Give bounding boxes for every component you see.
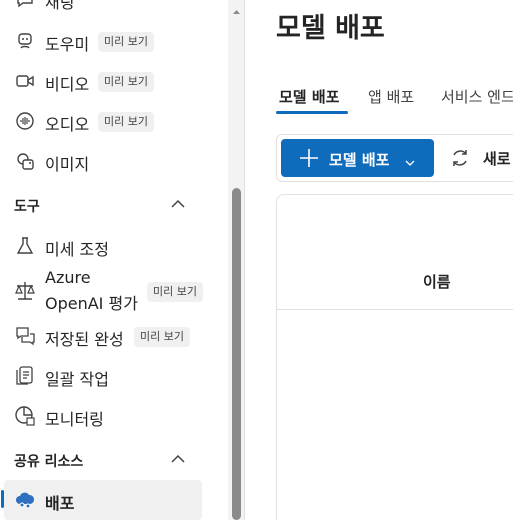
chevron-down-icon <box>405 153 415 172</box>
sidebar-item-assistant[interactable]: 도우미 미리 보기 <box>4 28 202 54</box>
selected-indicator <box>1 490 4 508</box>
sidebar-item-chat[interactable]: 채팅 <box>4 0 202 12</box>
assistant-bot-icon <box>14 30 36 52</box>
table-header-divider <box>277 309 513 310</box>
active-tab-underline <box>276 111 348 114</box>
sidebar-item-label: 미세 조정 <box>45 240 109 259</box>
sidebar-item-label-line1: Azure <box>45 268 91 287</box>
refresh-label: 새로 고침 <box>483 150 513 168</box>
batch-document-icon <box>14 365 36 387</box>
video-icon <box>14 70 36 92</box>
chevron-up-icon <box>168 194 188 218</box>
deploy-model-button[interactable]: 모델 배포 <box>281 139 434 177</box>
main-content: 모델 배포 모델 배포 앱 배포 서비스 엔드포인트 모델 배포 새로 고침 이… <box>245 0 513 520</box>
sidebar-item-deployments[interactable]: 배포 <box>1 480 202 520</box>
sidebar-item-stored-completions[interactable]: 저장된 완성 미리 보기 <box>4 323 202 349</box>
sidebar-item-label: 저장된 완성 <box>45 330 124 349</box>
toolbar: 모델 배포 새로 고침 <box>276 134 513 182</box>
sidebar-item-evaluation[interactable]: Azure OpenAI 평가 미리 보기 <box>4 268 203 314</box>
preview-badge: 미리 보기 <box>147 282 203 302</box>
chat-icon <box>14 0 36 11</box>
tab-model-deployments[interactable]: 모델 배포 <box>279 86 339 107</box>
sidebar-item-label: 채팅 <box>45 0 75 12</box>
tools-section-header[interactable]: 도구 <box>14 196 188 216</box>
sidebar-scrollbar-thumb[interactable] <box>232 188 241 520</box>
tab-app-deployments[interactable]: 앱 배포 <box>368 86 414 107</box>
sidebar-item-monitoring[interactable]: 모니터링 <box>4 403 202 429</box>
preview-badge: 미리 보기 <box>98 72 154 92</box>
sidebar-item-audio[interactable]: 오디오 미리 보기 <box>4 108 202 134</box>
sidebar-item-fine-tuning[interactable]: 미세 조정 <box>4 233 202 259</box>
refresh-icon <box>449 147 471 173</box>
tab-service-endpoints[interactable]: 서비스 엔드포인트 <box>441 86 513 107</box>
sidebar-item-label: 도우미 <box>45 35 90 54</box>
sidebar-item-image[interactable]: 이미지 <box>4 148 202 174</box>
sidebar-item-label: 일괄 작업 <box>45 370 109 389</box>
sidebar-item-video[interactable]: 비디오 미리 보기 <box>4 68 202 94</box>
flask-icon <box>14 235 36 257</box>
monitor-chart-icon <box>14 405 36 427</box>
sidebar: 채팅 도우미 미리 보기 비디오 미리 보기 오디오 미리 보기 이미지 도구 <box>0 0 228 520</box>
sidebar-item-label: 모니터링 <box>45 410 104 429</box>
scale-icon <box>14 280 36 302</box>
sidebar-item-label: 오디오 <box>45 115 90 134</box>
sidebar-item-label-line2: OpenAI 평가 <box>45 294 138 313</box>
sidebar-item-label: 이미지 <box>45 155 90 174</box>
column-header-name[interactable]: 이름 <box>423 271 451 292</box>
sidebar-item-batch-jobs[interactable]: 일괄 작업 <box>4 363 202 389</box>
section-title: 공유 리소스 <box>14 454 84 470</box>
preview-badge: 미리 보기 <box>134 327 190 347</box>
saved-chat-icon <box>14 325 36 347</box>
audio-icon <box>14 110 36 132</box>
cloud-deploy-icon <box>14 489 36 511</box>
page-title: 모델 배포 <box>276 13 385 44</box>
chevron-up-icon <box>168 449 188 473</box>
image-icon <box>14 150 36 172</box>
scroll-up-arrow-icon[interactable] <box>232 0 241 14</box>
sidebar-item-label: 비디오 <box>45 75 90 94</box>
preview-badge: 미리 보기 <box>98 112 154 132</box>
shared-resources-section-header[interactable]: 공유 리소스 <box>14 451 188 471</box>
sidebar-item-label: 배포 <box>45 494 75 513</box>
preview-badge: 미리 보기 <box>98 32 154 52</box>
plus-icon <box>298 147 320 173</box>
section-title: 도구 <box>14 199 40 215</box>
deploy-model-label: 모델 배포 <box>329 151 390 169</box>
deployments-table: 이름 <box>276 194 513 520</box>
